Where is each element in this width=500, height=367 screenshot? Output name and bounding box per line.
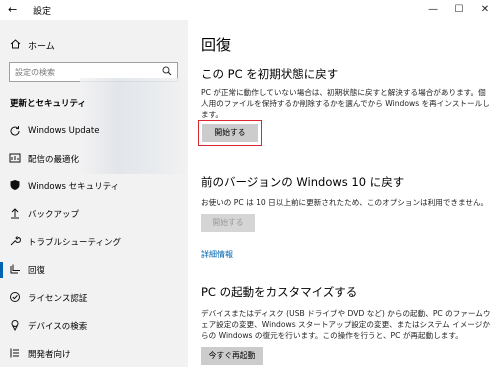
- sidebar-item-label: デバイスの検索: [28, 322, 88, 332]
- title-bar: ← 設定 — ☐ ✕: [0, 0, 500, 20]
- sidebar-item-troubleshoot[interactable]: トラブルシューティング: [0, 231, 188, 253]
- sidebar-item-label: ライセンス認証: [28, 294, 88, 304]
- goback-start-button[interactable]: 開始する: [201, 214, 255, 232]
- sidebar-item-find-device[interactable]: デバイスの検索: [0, 315, 188, 337]
- home-nav[interactable]: ホーム: [10, 39, 55, 52]
- reset-description: PC が正常に動作していない場合は、初期状態に戻すと解決する場合があります。個人…: [201, 88, 490, 119]
- sidebar: ホーム 設定の検索 更新とセキュリティ Windows Update 配信の最適…: [0, 20, 188, 367]
- sidebar-item-activation[interactable]: ライセンス認証: [0, 287, 188, 309]
- section-title: 更新とセキュリティ: [10, 99, 86, 109]
- sidebar-item-windows-security[interactable]: Windows セキュリティ: [0, 175, 188, 197]
- home-label: ホーム: [28, 42, 55, 52]
- sidebar-item-backup[interactable]: バックアップ: [0, 203, 188, 225]
- sync-icon: [9, 125, 21, 137]
- sidebar-item-label: 配信の最適化: [28, 155, 80, 165]
- close-button[interactable]: ✕: [475, 2, 495, 18]
- selection-indicator: [0, 262, 3, 278]
- backup-icon: [9, 207, 21, 219]
- sidebar-item-windows-update[interactable]: Windows Update: [0, 121, 188, 143]
- developer-icon: [9, 347, 21, 359]
- sidebar-item-label: 回復: [28, 266, 46, 276]
- goback-description: お使いの PC は 10 日以上前に更新されたため、このオプションは利用できませ…: [201, 198, 489, 207]
- home-icon: [10, 39, 22, 52]
- wrench-icon: [9, 235, 21, 247]
- sidebar-item-label: バックアップ: [28, 210, 80, 220]
- search-placeholder: 設定の検索: [15, 68, 55, 77]
- advanced-startup-heading: PC の起動をカスタマイズする: [201, 285, 358, 299]
- sidebar-item-developer[interactable]: 開発者向け: [0, 343, 188, 365]
- page-title: 回復: [201, 36, 232, 54]
- settings-window: ← 設定 — ☐ ✕ ホーム 設定の検索 更新とセキュリティ Windows U…: [0, 0, 500, 367]
- advanced-startup-description: デバイスまたはディスク (USB ドライブや DVD など) からの起動、PC …: [201, 309, 491, 340]
- recovery-icon: [9, 263, 21, 275]
- sidebar-item-label: トラブルシューティング: [28, 238, 121, 248]
- sidebar-item-recovery[interactable]: 回復: [0, 259, 188, 281]
- maximize-button[interactable]: ☐: [449, 2, 469, 18]
- delivery-optimization-icon: [9, 152, 21, 164]
- more-info-link[interactable]: 詳細情報: [201, 249, 233, 260]
- sidebar-item-label: 開発者向け: [28, 350, 71, 360]
- shield-icon: [9, 179, 21, 191]
- sidebar-item-label: Windows Update: [28, 126, 100, 136]
- reset-heading: この PC を初期状態に戻す: [201, 67, 339, 81]
- sidebar-item-label: Windows セキュリティ: [28, 182, 120, 192]
- minimize-button[interactable]: —: [423, 2, 443, 18]
- goback-heading: 前のバージョンの Windows 10 に戻す: [201, 175, 405, 189]
- window-title: 設定: [33, 7, 52, 17]
- activation-icon: [9, 291, 21, 303]
- highlight-box: [198, 120, 262, 146]
- main-content: 回復 この PC を初期状態に戻す PC が正常に動作していない場合は、初期状態…: [188, 20, 500, 367]
- sidebar-item-delivery-optimization[interactable]: 配信の最適化: [0, 148, 188, 170]
- find-device-icon: [9, 319, 21, 332]
- back-arrow-icon[interactable]: ←: [8, 3, 17, 16]
- restart-now-button[interactable]: 今すぐ再起動: [201, 347, 263, 365]
